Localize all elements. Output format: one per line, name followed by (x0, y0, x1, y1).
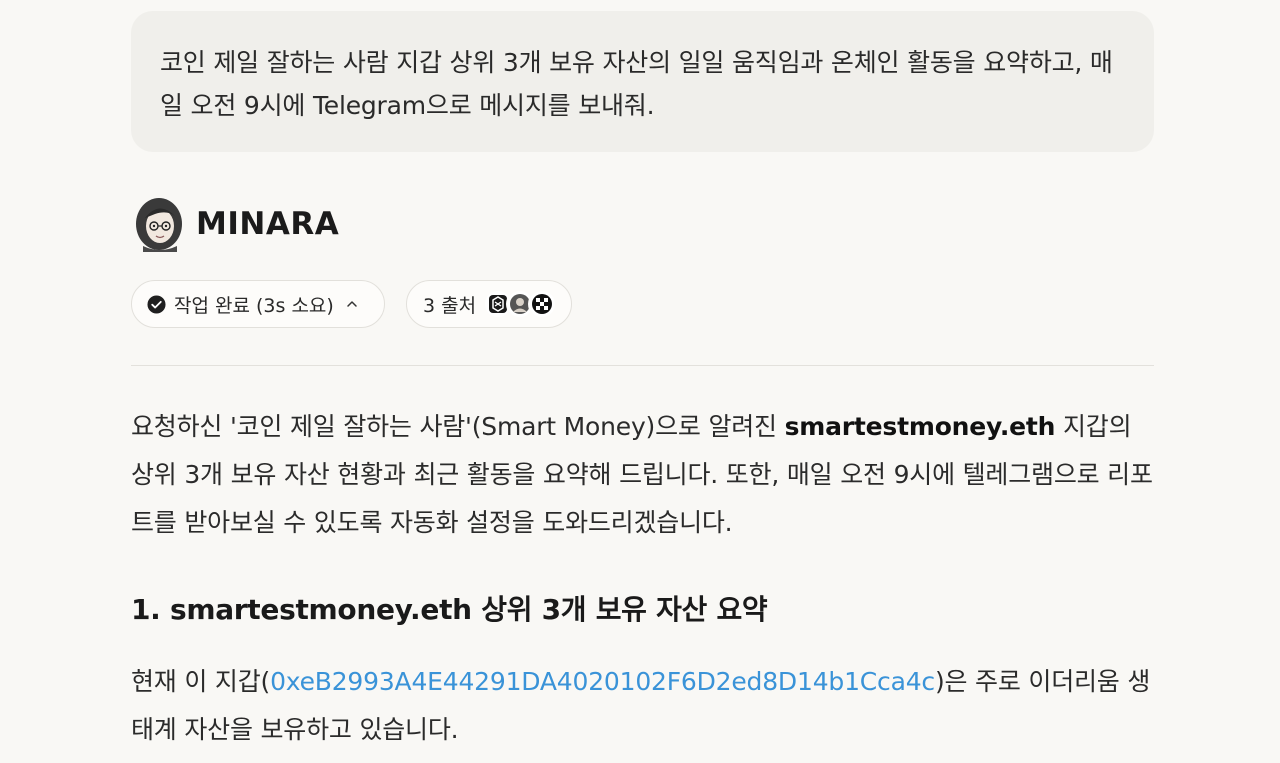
task-status-label: 작업 완료 (3s 소요) (174, 294, 334, 317)
wallet-ens-name: smartestmoney.eth (784, 412, 1056, 441)
source-logos (484, 290, 557, 318)
user-message-text: 코인 제일 잘하는 사람 지갑 상위 3개 보유 자산의 일일 움직임과 온체인… (160, 48, 1113, 120)
sources-button[interactable]: 3 출처 (406, 280, 572, 328)
source-logo-3-icon (528, 290, 557, 318)
divider (131, 365, 1154, 366)
assistant-header: MINARA (133, 196, 339, 252)
chat-page: 코인 제일 잘하는 사람 지갑 상위 3개 보유 자산의 일일 움직임과 온체인… (0, 0, 1280, 763)
sources-label: 3 출처 (423, 294, 477, 317)
chevron-up-icon (347, 301, 357, 307)
wallet-paragraph: 현재 이 지갑(0xeB2993A4E44291DA4020102F6D2ed8… (131, 658, 1161, 754)
answer-intro: 요청하신 '코인 제일 잘하는 사람'(Smart Money)으로 알려진 s… (131, 403, 1161, 547)
wallet-address-link[interactable]: 0xeB2993A4E44291DA4020102F6D2ed8D14b1Cca… (270, 667, 935, 696)
answer-intro-part1: 요청하신 '코인 제일 잘하는 사람'(Smart Money)으로 알려진 (131, 412, 785, 441)
assistant-name: MINARA (196, 206, 340, 242)
wallet-before: 현재 이 지갑( (131, 667, 271, 696)
section-title: 1. smartestmoney.eth 상위 3개 보유 자산 요약 (131, 593, 768, 626)
check-circle-icon (147, 294, 166, 314)
character-portrait-icon (136, 198, 182, 252)
user-message-bubble: 코인 제일 잘하는 사람 지갑 상위 3개 보유 자산의 일일 움직임과 온체인… (131, 11, 1154, 152)
task-status-toggle[interactable]: 작업 완료 (3s 소요) (131, 280, 385, 328)
